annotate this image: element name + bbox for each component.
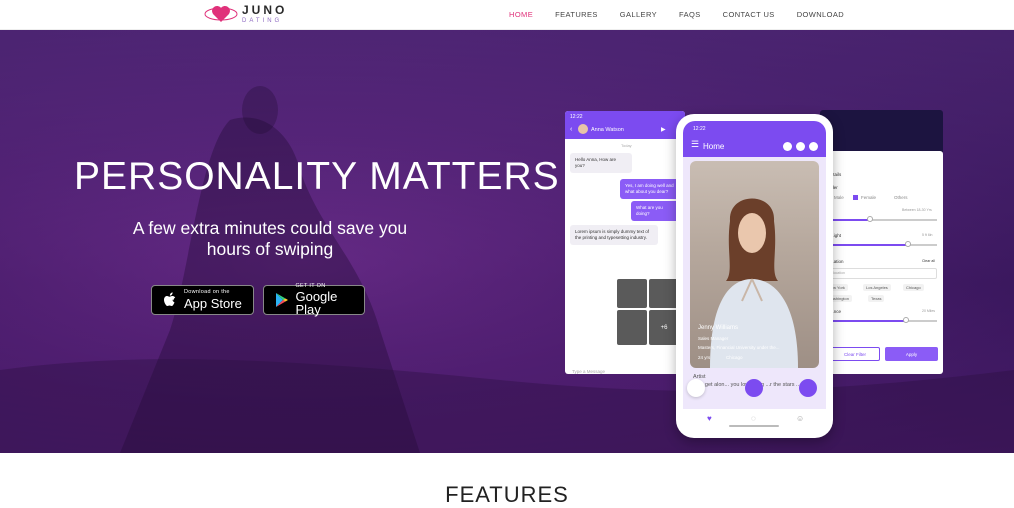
hamburger-menu-icon[interactable]: ☰	[691, 139, 699, 150]
height-slider-fill	[825, 244, 908, 246]
message-bubble: Yes, I am doing well and what about you …	[620, 179, 682, 199]
heart-icon[interactable]	[783, 142, 792, 151]
filter-icon[interactable]	[809, 142, 818, 151]
heart-logo-icon	[204, 6, 238, 22]
height-value: 5 ft 6in	[922, 233, 933, 237]
height-slider-knob[interactable]	[905, 241, 911, 247]
distance-value: 20 Miles	[922, 309, 936, 313]
filter-screen-mockup: ...n Details ...nder Male Female Others …	[820, 151, 943, 374]
shared-photo[interactable]	[617, 279, 647, 308]
nav-links: HOME FEATURES GALLERY FAQS CONTACT US DO…	[509, 10, 866, 19]
boost-button[interactable]	[745, 379, 763, 397]
chat-contact-name: Anna Watson	[591, 127, 624, 133]
nav-download[interactable]: DOWNLOAD	[797, 10, 844, 19]
app-store-big-text: App Store	[184, 295, 242, 311]
apply-button[interactable]: Apply	[885, 347, 938, 361]
profile-tab-icon[interactable]: ☺	[796, 414, 804, 423]
gender-female-option[interactable]: Female	[861, 195, 876, 200]
chat-header: 12:22 ‹ Anna Watson ▶	[565, 111, 685, 139]
google-play-icon	[274, 291, 289, 309]
comment-button[interactable]	[687, 379, 705, 397]
phone-screen-body: Jenny Williams Sales Manager Masters, Fi…	[683, 157, 826, 409]
message-bubble: What are you doing?	[631, 201, 681, 221]
profile-age: 24 yrs	[698, 355, 711, 360]
app-store-small-text: Download on the	[184, 289, 230, 296]
brand-logo[interactable]: JUNO DATING	[204, 2, 287, 26]
hero-section: PERSONALITY MATTERS A few extra minutes …	[0, 30, 1014, 453]
avatar	[578, 124, 588, 134]
message-input[interactable]: Type a Message	[572, 369, 605, 374]
hero-subheadline: A few extra minutes could save you hours…	[132, 218, 408, 259]
message-bubble: Lorem ipsum is simply dummy text of the …	[570, 225, 658, 245]
clear-filter-button[interactable]: Clear Filter	[830, 347, 880, 361]
location-input[interactable]: ...location	[825, 268, 937, 279]
gender-male-option[interactable]: Male	[834, 195, 844, 200]
home-indicator	[729, 425, 779, 427]
chat-status-time: 12:22	[570, 114, 583, 120]
back-arrow-icon[interactable]: ‹	[570, 126, 572, 133]
apple-icon	[162, 291, 178, 309]
location-chip[interactable]: Chicago	[903, 284, 924, 291]
chat-day-label: Today	[621, 143, 632, 148]
video-call-icon[interactable]: ▶	[661, 126, 666, 133]
shared-photo-grid[interactable]: +6	[617, 279, 679, 345]
nav-gallery[interactable]: GALLERY	[620, 10, 657, 19]
location-chip[interactable]: Los Angeles	[863, 284, 891, 291]
phone-mockup: 12:22 ☰ Home Jenny Williams Sales Manage…	[676, 114, 833, 438]
messages-tab-icon[interactable]: ◌	[751, 414, 756, 423]
profile-photo[interactable]: Jenny Williams Sales Manager Masters, Fi…	[690, 161, 819, 368]
profile-name: Jenny Williams	[698, 325, 739, 331]
profile-education: Masters, Financial University under the.…	[698, 345, 780, 350]
top-navbar: JUNO DATING HOME FEATURES GALLERY FAQS C…	[0, 0, 1014, 30]
shared-photo[interactable]	[617, 310, 647, 345]
hero-headline: PERSONALITY MATTERS	[74, 155, 560, 198]
shared-photo[interactable]	[649, 279, 679, 308]
google-play-button[interactable]: GET IT ON Google Play	[263, 283, 365, 318]
location-chip[interactable]: Texas	[868, 295, 885, 302]
nav-home[interactable]: HOME	[509, 10, 533, 19]
distance-slider-fill	[825, 320, 905, 322]
chat-screen-mockup: 12:22 ‹ Anna Watson ▶ Today Hello Anna, …	[565, 111, 685, 374]
nav-contact-us[interactable]: CONTACT US	[723, 10, 775, 19]
age-range-value: Between 18-30 Yrs	[902, 208, 932, 212]
clear-all-link[interactable]: Clear all	[922, 259, 935, 263]
phone-app-header: 12:22 ☰ Home	[683, 121, 826, 157]
checkbox-checked-icon[interactable]	[853, 195, 858, 200]
home-heart-tab-icon[interactable]: ♥	[707, 414, 712, 423]
profile-job: Sales Manager	[698, 336, 729, 341]
shared-photo-more[interactable]: +6	[649, 310, 679, 345]
google-play-big-text: Google Play	[295, 289, 338, 318]
features-section-title: FEATURES	[445, 482, 569, 507]
profile-city: Chicago	[726, 355, 743, 360]
phone-screen-title: Home	[703, 142, 725, 151]
filter-header-dark	[820, 110, 943, 152]
age-slider-knob[interactable]	[867, 216, 873, 222]
nav-faqs[interactable]: FAQS	[679, 10, 701, 19]
brand-name: JUNO	[242, 3, 288, 17]
phone-status-time: 12:22	[693, 126, 706, 132]
nav-features[interactable]: FEATURES	[555, 10, 598, 19]
brand-subtitle: DATING	[242, 18, 283, 24]
more-photos-count: +6	[660, 324, 668, 331]
gender-others-option[interactable]: Others	[894, 195, 908, 200]
message-bubble: Hello Anna, How are you?	[570, 153, 632, 173]
distance-slider-knob[interactable]	[903, 317, 909, 323]
chat-icon[interactable]	[796, 142, 805, 151]
app-store-button[interactable]: Download on the App Store	[151, 285, 254, 315]
like-heart-button[interactable]	[799, 379, 817, 397]
